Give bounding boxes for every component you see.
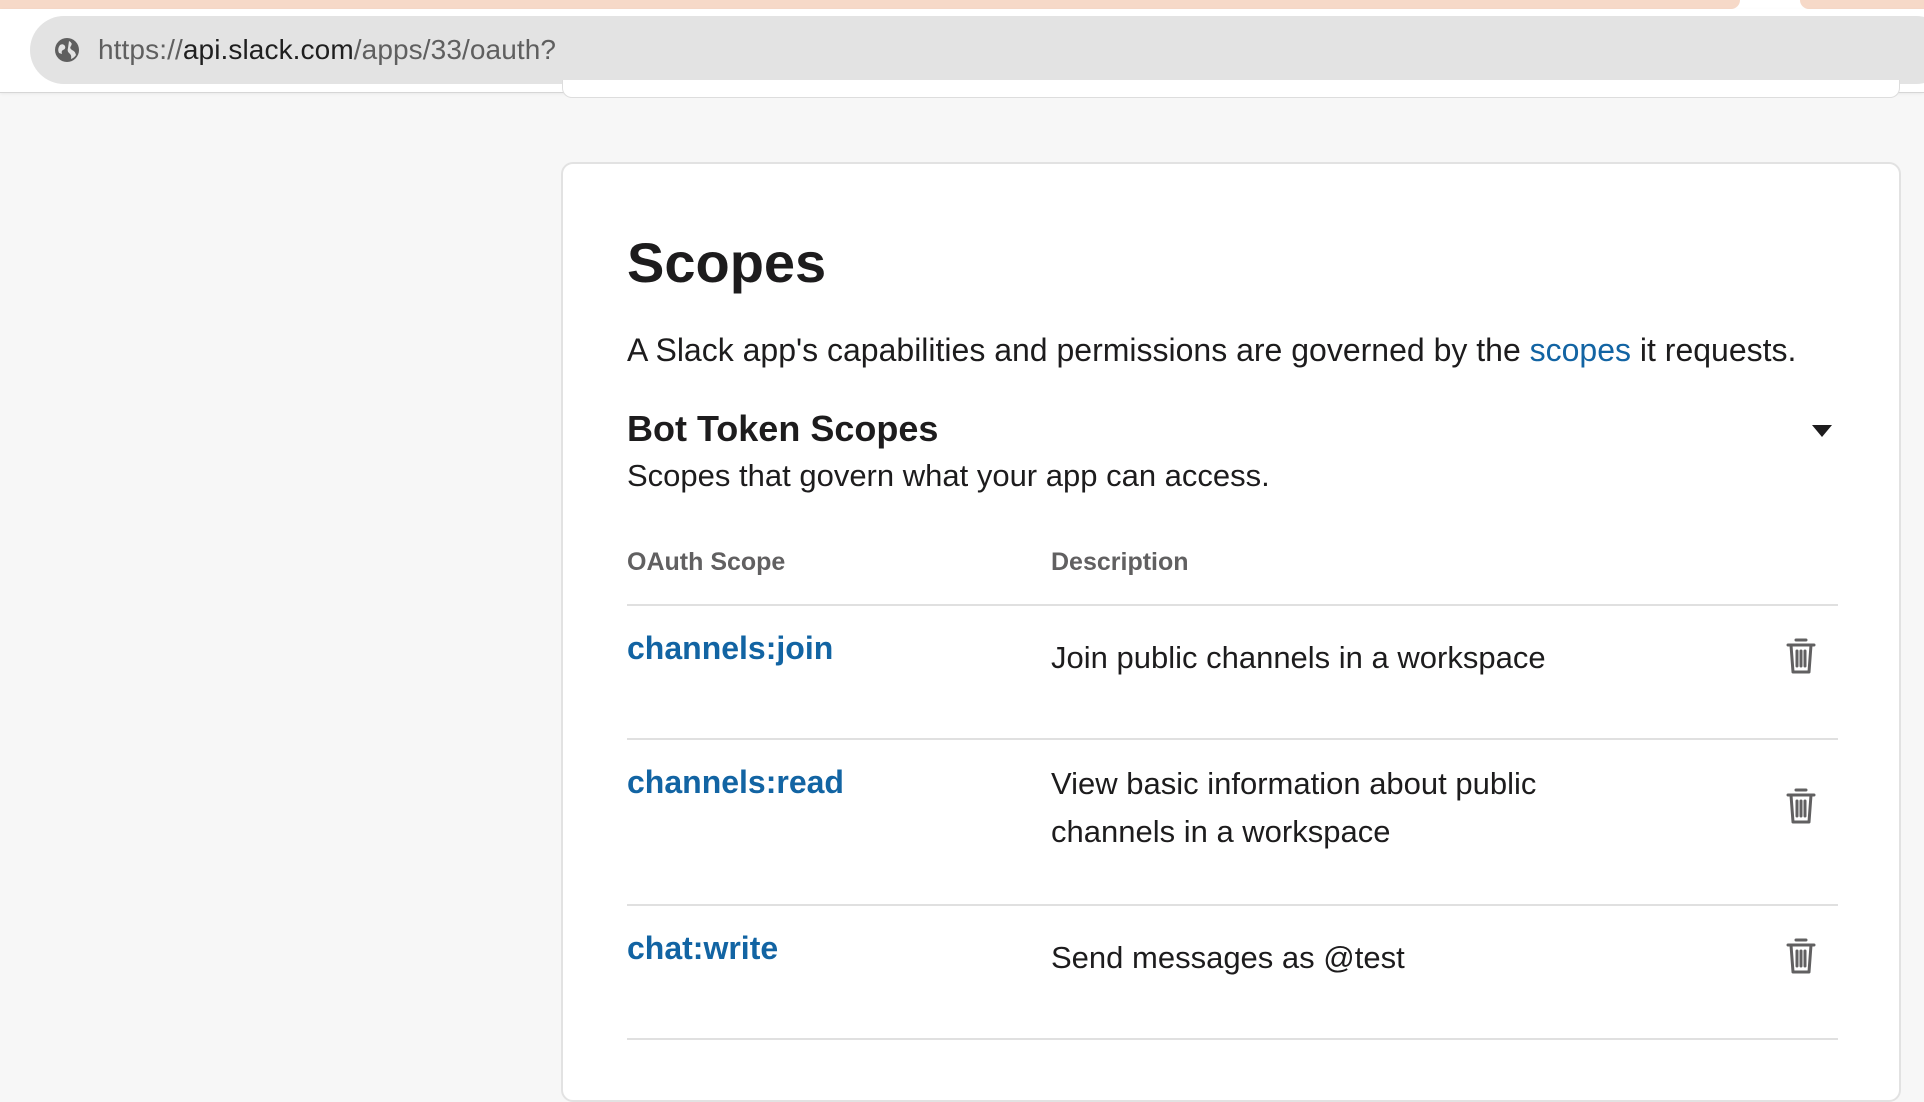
scopes-link[interactable]: scopes bbox=[1530, 332, 1631, 368]
scopes-table: OAuth Scope Description channels:join Jo… bbox=[627, 548, 1838, 1040]
section-description: A Slack app's capabilities and permissio… bbox=[627, 332, 1796, 369]
description-text: A Slack app's capabilities and permissio… bbox=[627, 332, 1530, 368]
table-header: OAuth Scope Description bbox=[627, 548, 1838, 606]
address-bar[interactable]: https://api.slack.com/apps/33/oauth? bbox=[30, 16, 1924, 84]
table-row: channels:read View basic information abo… bbox=[627, 740, 1838, 906]
table-row: channels:join Join public channels in a … bbox=[627, 606, 1838, 740]
scope-link[interactable]: channels:read bbox=[627, 764, 844, 801]
column-header-oauth-scope: OAuth Scope bbox=[627, 548, 786, 576]
caret-down-icon[interactable] bbox=[1807, 418, 1837, 444]
description-text-end: it requests. bbox=[1631, 332, 1797, 368]
globe-icon[interactable] bbox=[52, 35, 82, 65]
section-title: Scopes bbox=[627, 231, 827, 294]
browser-tab-strip bbox=[0, 0, 1924, 9]
bot-token-scopes-description: Scopes that govern what your app can acc… bbox=[627, 458, 1270, 493]
scope-description: View basic information about public chan… bbox=[1051, 766, 1537, 849]
scope-description: Send messages as @test bbox=[1051, 940, 1405, 975]
scope-link[interactable]: chat:write bbox=[627, 930, 778, 967]
table-row: chat:write Send messages as @test bbox=[627, 906, 1838, 1040]
scopes-card: Scopes A Slack app's capabilities and pe… bbox=[561, 162, 1901, 1102]
browser-tab[interactable] bbox=[0, 0, 1740, 9]
url-path: /apps/33/oauth? bbox=[353, 34, 557, 65]
bot-token-scopes-title: Bot Token Scopes bbox=[627, 408, 939, 449]
trash-icon[interactable] bbox=[1783, 636, 1819, 676]
browser-tab[interactable] bbox=[1800, 0, 1924, 9]
url-host: api.slack.com bbox=[182, 34, 354, 65]
previous-card-edge bbox=[562, 80, 1900, 98]
trash-icon[interactable] bbox=[1783, 786, 1819, 826]
column-header-description: Description bbox=[1051, 548, 1189, 576]
scope-link[interactable]: channels:join bbox=[627, 630, 833, 667]
url-scheme: https:// bbox=[98, 34, 183, 65]
scope-description: Join public channels in a workspace bbox=[1051, 640, 1546, 675]
trash-icon[interactable] bbox=[1783, 936, 1819, 976]
url-text[interactable]: https://api.slack.com/apps/33/oauth? bbox=[98, 34, 556, 66]
